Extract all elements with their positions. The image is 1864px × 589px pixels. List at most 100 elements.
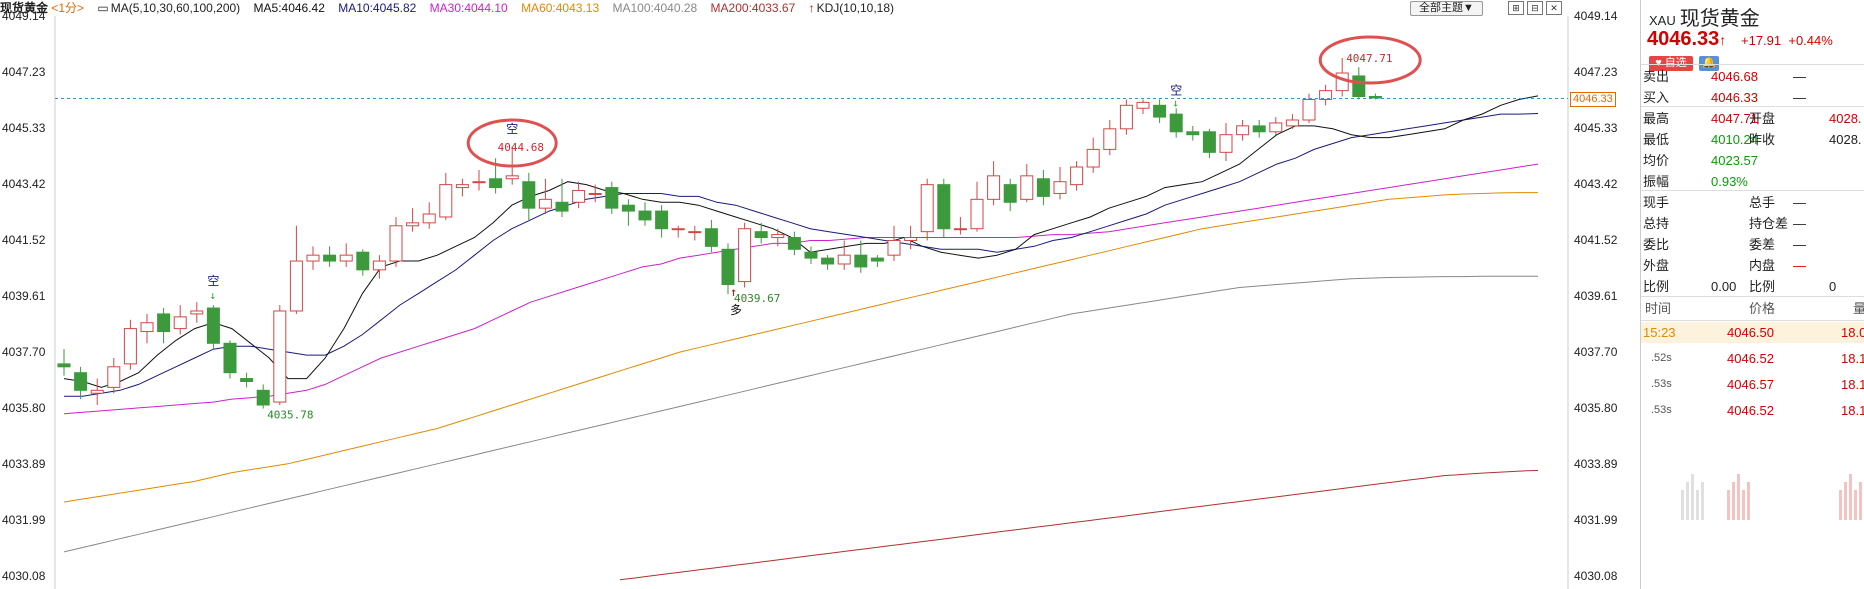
candle-body bbox=[1219, 134, 1233, 153]
candle-body bbox=[157, 313, 171, 333]
candle-body bbox=[356, 251, 370, 271]
y-tick-left: 4049.14 bbox=[2, 9, 46, 23]
tick-cell: .53s bbox=[1651, 378, 1672, 390]
quote-row: 卖出 4046.68 — bbox=[1641, 66, 1864, 87]
candle-body bbox=[970, 198, 984, 230]
quote-cell: 总持 bbox=[1643, 216, 1670, 231]
tick-row: 15:23 4046.50 18.0 bbox=[1641, 322, 1864, 343]
tick-volume-strip bbox=[1839, 470, 1864, 520]
quote-cell: 外盘 bbox=[1643, 258, 1670, 273]
candle-body bbox=[107, 366, 121, 388]
candle-body bbox=[754, 231, 768, 239]
tick-cell: .53s bbox=[1651, 404, 1672, 416]
kline-chart[interactable]: 4044.68 空 4047.71 空 ↓ 空 ↓ 4035.78 4039.67 ↑ 多 现货黄金… bbox=[0, 0, 1640, 589]
quote-cell: 持仓差 bbox=[1749, 216, 1789, 231]
grid-icon[interactable]: ⊟ bbox=[1527, 1, 1543, 15]
up-arrow-icon: ↑ bbox=[1719, 32, 1727, 48]
candle-body bbox=[57, 363, 71, 368]
candle-body bbox=[123, 328, 137, 365]
y-tick-left: 4045.33 bbox=[2, 120, 46, 135]
quote-cell: 4046.68 bbox=[1711, 69, 1758, 84]
kdj-icon[interactable]: ↑ bbox=[809, 1, 815, 15]
candle-body bbox=[223, 342, 237, 374]
volume-bar bbox=[1742, 490, 1745, 520]
quote-cell: 卖出 bbox=[1643, 69, 1670, 84]
candle-body bbox=[74, 372, 88, 391]
y-tick-right: 4031.99 bbox=[1574, 512, 1618, 527]
high-marker-label: 4047.71 bbox=[1346, 52, 1392, 65]
candle-body bbox=[671, 228, 685, 231]
short-signal-label: 空 bbox=[1170, 83, 1182, 97]
quote-panel: XAU 现货黄金 4046.33↑ +17.91 +0.44% ♥ 自选 🔔 卖出… bbox=[1640, 0, 1864, 589]
y-tick-right: 4037.70 bbox=[1574, 345, 1618, 360]
y-tick-right: 4033.89 bbox=[1574, 457, 1618, 472]
candle-body bbox=[289, 260, 303, 312]
quote-row: 买入 4046.33 — bbox=[1641, 87, 1864, 108]
up-arrow-icon: ↑ bbox=[730, 285, 737, 299]
candle-body bbox=[1252, 125, 1266, 133]
candle-body bbox=[173, 316, 187, 330]
candle-body bbox=[472, 181, 486, 184]
candle-body bbox=[306, 254, 320, 262]
volume-bar bbox=[1849, 474, 1852, 520]
ma-config[interactable]: MA(5,10,30,60,100,200) bbox=[111, 1, 240, 15]
tick-cell: 18.1 bbox=[1841, 377, 1864, 392]
quote-cell: 0 bbox=[1829, 279, 1837, 294]
candle-body bbox=[455, 184, 469, 189]
volume-bar bbox=[1737, 474, 1740, 520]
quote-row: 最低 4010.24 昨收 4028. bbox=[1641, 129, 1864, 150]
ticks-header: 时间 价格 量 bbox=[1641, 298, 1864, 319]
ticks-header-cell: 量 bbox=[1853, 298, 1864, 319]
quote-row: 振幅 0.93% bbox=[1641, 171, 1864, 192]
candle-body bbox=[887, 239, 901, 256]
candle-body bbox=[1285, 119, 1299, 127]
candle-body bbox=[1070, 166, 1084, 186]
quote-cell: 4023.57 bbox=[1711, 153, 1758, 168]
candle-body bbox=[1236, 125, 1250, 136]
theme-dropdown-button[interactable]: 全部主题▼ bbox=[1410, 1, 1483, 16]
layout-icon[interactable]: ⊞ bbox=[1508, 1, 1524, 15]
candle-body bbox=[704, 228, 718, 247]
volume-bar bbox=[1854, 490, 1857, 520]
quote-cell: 均价 bbox=[1643, 153, 1670, 168]
candle-body bbox=[1136, 101, 1150, 109]
candle-body bbox=[538, 198, 552, 209]
y-tick-right: 4030.08 bbox=[1574, 569, 1618, 583]
chart-canvas[interactable]: 4044.68空4047.71空↓空↓4035.784039.67↑多 bbox=[0, 0, 1640, 589]
tick-volume-strip bbox=[1727, 470, 1753, 520]
quote-cell: — bbox=[1793, 90, 1806, 105]
volume-bar bbox=[1701, 482, 1704, 520]
short-signal-label: 空 bbox=[207, 274, 219, 288]
quote-cell: 最低 bbox=[1643, 132, 1670, 147]
tick-volume-strip bbox=[1681, 470, 1707, 520]
candle-body bbox=[787, 237, 801, 250]
candle-body bbox=[1202, 131, 1216, 153]
y-tick-right: 4047.23 bbox=[1574, 65, 1618, 80]
ma200-line bbox=[619, 470, 1539, 581]
y-tick-left: 4035.80 bbox=[2, 400, 46, 415]
candle-body bbox=[771, 234, 785, 239]
candle-body bbox=[339, 254, 353, 262]
kdj-config[interactable]: KDJ(10,10,18) bbox=[817, 1, 894, 15]
quote-cell: 比例 bbox=[1643, 279, 1670, 294]
quote-cell: 最高 bbox=[1643, 111, 1670, 126]
low-marker-label: 4035.78 bbox=[267, 409, 313, 422]
y-tick-left: 4031.99 bbox=[2, 512, 46, 527]
quote-cell: — bbox=[1793, 69, 1806, 84]
candle-body bbox=[1169, 113, 1183, 133]
instrument-name-cn: 现货黄金 bbox=[1679, 8, 1760, 30]
y-tick-right: 4049.14 bbox=[1574, 9, 1618, 23]
ma-config-icon[interactable]: ▭ bbox=[97, 1, 108, 15]
volume-bar bbox=[1732, 482, 1735, 520]
close-icon[interactable]: ✕ bbox=[1546, 1, 1562, 15]
candle-body bbox=[1153, 104, 1167, 118]
ma100-value: MA100:4040.28 bbox=[612, 1, 698, 15]
quote-cell: 4046.33 bbox=[1711, 90, 1758, 105]
candle-body bbox=[140, 322, 154, 333]
candle-body bbox=[721, 248, 735, 286]
candle-body bbox=[1186, 131, 1200, 136]
quote-cell: 4028. bbox=[1829, 111, 1862, 126]
candle-body bbox=[1302, 98, 1316, 121]
quote-cell: 委差 bbox=[1749, 237, 1776, 252]
candle-body bbox=[422, 213, 436, 224]
